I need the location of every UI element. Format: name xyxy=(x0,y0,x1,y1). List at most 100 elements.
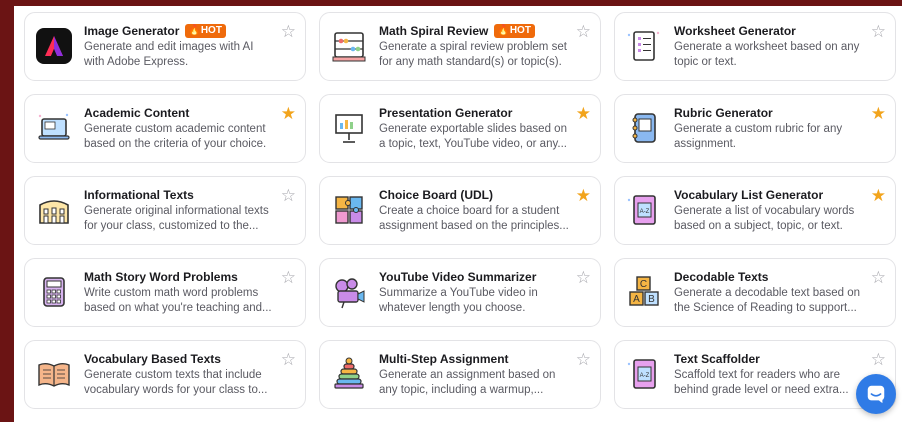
chat-launcher-button[interactable] xyxy=(856,374,896,414)
chat-bubble-icon xyxy=(867,385,885,404)
open-book-icon xyxy=(34,353,74,395)
star-filled-icon[interactable]: ★ xyxy=(871,187,886,204)
tool-title: Math Story Word Problems xyxy=(84,270,238,284)
tool-title-row: Text Scaffolder xyxy=(674,351,864,367)
tool-card[interactable]: Choice Board (UDL) Create a choice board … xyxy=(319,176,601,245)
presentation-icon xyxy=(329,107,369,149)
tool-title-row: Academic Content xyxy=(84,105,274,121)
dictionary-icon: A-Z xyxy=(624,189,664,231)
colosseum-icon xyxy=(34,189,74,231)
tool-title-row: Worksheet Generator xyxy=(674,23,864,39)
tool-title-row: Informational Texts xyxy=(84,187,274,203)
tool-description: Generate an assignment based on any topi… xyxy=(379,369,556,396)
camera-icon xyxy=(329,271,369,313)
tool-title: Informational Texts xyxy=(84,188,194,202)
laptop-icon xyxy=(34,107,74,149)
tool-card[interactable]: YouTube Video Summarizer Summarize a YouT… xyxy=(319,258,601,327)
tool-text: Vocabulary Based Texts Generate custom te… xyxy=(84,351,274,398)
tool-card[interactable]: C A B Decodable Texts Generate a decodable t… xyxy=(614,258,896,327)
tool-title-row: YouTube Video Summarizer xyxy=(379,269,569,285)
tool-title: Text Scaffolder xyxy=(674,352,760,366)
star-outline-icon[interactable]: ☆ xyxy=(871,23,886,40)
abacus-icon xyxy=(329,25,369,67)
star-outline-icon[interactable]: ☆ xyxy=(871,351,886,368)
star-outline-icon[interactable]: ☆ xyxy=(871,269,886,286)
calculator-icon xyxy=(34,271,74,313)
tool-card[interactable]: Image Generator 🔥HOT Generate and edit ima… xyxy=(24,12,306,81)
tool-description: Generate original informational texts fo… xyxy=(84,205,269,232)
tool-description: Write custom math word problems based on… xyxy=(84,287,272,314)
tool-title: Vocabulary Based Texts xyxy=(84,352,221,366)
tool-card[interactable]: Worksheet Generator Generate a worksheet … xyxy=(614,12,896,81)
star-outline-icon[interactable]: ☆ xyxy=(281,187,296,204)
tool-title-row: Vocabulary List Generator xyxy=(674,187,864,203)
tool-card[interactable]: Rubric Generator Generate a custom rubric… xyxy=(614,94,896,163)
tool-text: Decodable Texts Generate a decodable text… xyxy=(674,269,864,316)
star-outline-icon[interactable]: ☆ xyxy=(576,269,591,286)
tool-text: Choice Board (UDL) Create a choice board … xyxy=(379,187,569,234)
tool-card[interactable]: Vocabulary Based Texts Generate custom te… xyxy=(24,340,306,409)
svg-text:A-Z: A-Z xyxy=(640,373,650,379)
star-filled-icon[interactable]: ★ xyxy=(576,187,591,204)
hot-badge: 🔥HOT xyxy=(494,24,535,38)
dictionary-icon: A-Z xyxy=(624,353,664,395)
star-outline-icon[interactable]: ☆ xyxy=(281,23,296,40)
abc-blocks-icon: CAB xyxy=(624,271,664,313)
puzzle-icon xyxy=(329,189,369,231)
tool-description: Generate a list of vocabulary words base… xyxy=(674,205,855,232)
tool-title: Rubric Generator xyxy=(674,106,773,120)
notebook-icon xyxy=(624,107,664,149)
tool-title: Decodable Texts xyxy=(674,270,769,284)
tool-card[interactable]: Academic Content Generate custom academic… xyxy=(24,94,306,163)
tool-description: Generate custom texts that include vocab… xyxy=(84,369,268,396)
tool-title: Choice Board (UDL) xyxy=(379,188,493,202)
star-outline-icon[interactable]: ☆ xyxy=(281,269,296,286)
tool-title: Multi-Step Assignment xyxy=(379,352,509,366)
tool-card[interactable]: A-Z Text Scaffolder Scaffold text for read… xyxy=(614,340,896,409)
tool-text: Rubric Generator Generate a custom rubric… xyxy=(674,105,864,152)
tool-description: Summarize a YouTube video in whatever le… xyxy=(379,287,538,314)
star-filled-icon[interactable]: ★ xyxy=(576,105,591,122)
star-filled-icon[interactable]: ★ xyxy=(281,105,296,122)
tool-text: Academic Content Generate custom academic… xyxy=(84,105,274,152)
tool-description: Generate a decodable text based on the S… xyxy=(674,287,861,314)
tool-text: Vocabulary List Generator Generate a list… xyxy=(674,187,864,234)
star-filled-icon[interactable]: ★ xyxy=(871,105,886,122)
tool-title-row: Choice Board (UDL) xyxy=(379,187,569,203)
tool-title: Worksheet Generator xyxy=(674,24,796,38)
tool-description: Generate and edit images with AI with Ad… xyxy=(84,41,254,68)
tool-description: Generate exportable slides based on a to… xyxy=(379,123,567,150)
tool-text: Presentation Generator Generate exportabl… xyxy=(379,105,569,152)
tool-card[interactable]: Informational Texts Generate original inf… xyxy=(24,176,306,245)
tool-title: Presentation Generator xyxy=(379,106,513,120)
tool-description: Create a choice board for a student assi… xyxy=(379,205,569,232)
tool-title: Academic Content xyxy=(84,106,190,120)
tool-title-row: Vocabulary Based Texts xyxy=(84,351,274,367)
tool-description: Generate custom academic content based o… xyxy=(84,123,267,150)
tool-text: Worksheet Generator Generate a worksheet … xyxy=(674,23,864,70)
tool-text: Informational Texts Generate original inf… xyxy=(84,187,274,234)
tool-description: Generate a worksheet based on any topic … xyxy=(674,41,860,68)
tool-description: Scaffold text for readers who are behind… xyxy=(674,369,849,396)
worksheet-icon xyxy=(624,25,664,67)
tool-card[interactable]: Math Story Word Problems Write custom mat… xyxy=(24,258,306,327)
tool-title-row: Decodable Texts xyxy=(674,269,864,285)
tool-card[interactable]: Multi-Step Assignment Generate an assignm… xyxy=(319,340,601,409)
tool-card[interactable]: Math Spiral Review 🔥HOT Generate a spiral … xyxy=(319,12,601,81)
star-outline-icon[interactable]: ☆ xyxy=(281,351,296,368)
tool-title-row: Math Spiral Review 🔥HOT xyxy=(379,23,569,39)
star-outline-icon[interactable]: ☆ xyxy=(576,23,591,40)
stacking-rings-icon xyxy=(329,353,369,395)
tool-title-row: Presentation Generator xyxy=(379,105,569,121)
tool-card[interactable]: A-Z Vocabulary List Generator Generate a l… xyxy=(614,176,896,245)
tool-title-row: Image Generator 🔥HOT xyxy=(84,23,274,39)
hot-badge: 🔥HOT xyxy=(185,24,226,38)
tool-title-row: Math Story Word Problems xyxy=(84,269,274,285)
svg-text:A: A xyxy=(633,294,640,305)
tool-text: Text Scaffolder Scaffold text for readers… xyxy=(674,351,864,398)
star-outline-icon[interactable]: ☆ xyxy=(576,351,591,368)
tool-card[interactable]: Presentation Generator Generate exportabl… xyxy=(319,94,601,163)
tool-description: Generate a custom rubric for any assignm… xyxy=(674,123,843,150)
tool-title-row: Rubric Generator xyxy=(674,105,864,121)
svg-text:A-Z: A-Z xyxy=(640,209,650,215)
